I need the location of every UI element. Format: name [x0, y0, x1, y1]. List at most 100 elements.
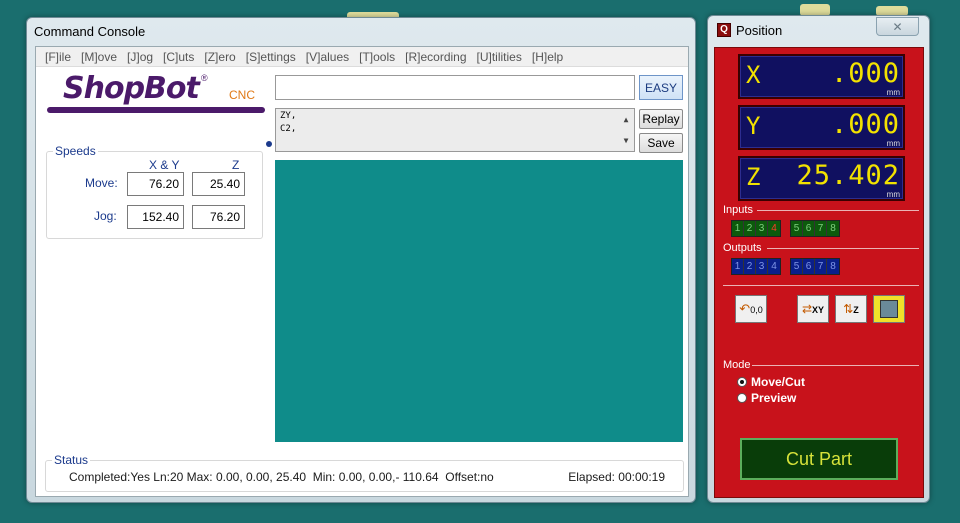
menu-utilities[interactable]: [U]tilities	[472, 47, 527, 66]
logo-cnc: CNC	[229, 88, 255, 102]
input-indicator: 3	[756, 221, 768, 236]
status-title: Status	[52, 453, 91, 467]
tools-divider	[723, 285, 919, 286]
move-z-speed-input[interactable]	[192, 172, 245, 196]
radio-checked-icon	[737, 377, 747, 387]
close-button[interactable]: ✕	[876, 17, 919, 36]
input-indicator: 5	[791, 221, 803, 236]
output-indicator: 3	[756, 259, 768, 274]
zero-xy-icon: ⇄	[801, 302, 813, 316]
status-group: Status Completed:Yes Ln:20 Max: 0.00, 0.…	[45, 453, 684, 492]
save-button[interactable]: Save	[639, 133, 683, 153]
keypad-icon	[880, 300, 898, 318]
radio-unchecked-icon	[737, 393, 747, 403]
y-axis-value: .000	[830, 109, 900, 140]
elapsed-time: Elapsed: 00:00:19	[568, 470, 665, 484]
zero-origin-button[interactable]: ↶0,0	[735, 295, 767, 323]
menu-help[interactable]: [H]elp	[527, 47, 568, 66]
app-icon: Q	[717, 23, 731, 37]
logo-swoosh	[47, 107, 265, 113]
y-axis-letter: Y	[746, 112, 761, 140]
outputs-label: Outputs	[723, 242, 762, 254]
input-indicator: 1	[732, 221, 744, 236]
mode-move-cut-label: Move/Cut	[751, 375, 805, 389]
mode-preview-radio[interactable]: Preview	[737, 391, 796, 405]
inputs-divider	[757, 210, 919, 211]
menu-jog[interactable]: [J]og	[122, 47, 158, 66]
input-indicator: 2	[744, 221, 756, 236]
output-indicator: 2	[744, 259, 756, 274]
inputs-5-8: 5 6 7 8	[790, 220, 840, 237]
replay-button[interactable]: Replay	[639, 109, 683, 129]
output-indicator: 4	[768, 259, 780, 274]
console-client: [F]ile [M]ove [J]og [C]uts [Z]ero [S]ett…	[35, 46, 689, 497]
logo-registered-mark: ®	[201, 73, 208, 83]
position-panel: X .000 mm Y .000 mm Z 25.402 mm Inputs 1…	[714, 47, 924, 498]
preview-area[interactable]	[275, 160, 683, 442]
move-xy-speed-input[interactable]	[127, 172, 184, 196]
inputs-1-4: 1 2 3 4	[731, 220, 781, 237]
inputs-label: Inputs	[723, 204, 753, 216]
outputs-divider	[767, 248, 919, 249]
menu-bar: [F]ile [M]ove [J]og [C]uts [Z]ero [S]ett…	[36, 47, 688, 67]
move-label: Move:	[85, 176, 118, 190]
output-indicator: 5	[791, 259, 803, 274]
speeds-z-header: Z	[232, 158, 240, 172]
jog-z-speed-input[interactable]	[192, 205, 245, 229]
outputs-1-4: 1 2 3 4	[731, 258, 781, 275]
input-indicator-active: 4	[768, 221, 780, 236]
mode-divider	[752, 365, 919, 366]
menu-file[interactable]: [F]ile	[40, 47, 76, 66]
menu-recording[interactable]: [R]ecording	[400, 47, 471, 66]
zero-origin-label: 0,0	[750, 305, 763, 315]
command-input[interactable]	[275, 75, 635, 100]
logo-text: ShopBot	[63, 71, 200, 106]
x-axis-letter: X	[746, 61, 761, 89]
mode-label: Mode	[723, 359, 751, 371]
menu-zero[interactable]: [Z]ero	[199, 47, 240, 66]
history-line: ZY,	[280, 111, 297, 121]
menu-cuts[interactable]: [C]uts	[158, 47, 199, 66]
status-text: Completed:Yes Ln:20 Max: 0.00, 0.00, 25.…	[69, 470, 494, 484]
y-readout: Y .000 mm	[738, 105, 905, 150]
zero-z-button[interactable]: ⇅Z	[835, 295, 867, 323]
zero-xy-button[interactable]: ⇄XY	[797, 295, 829, 323]
output-indicator: 1	[732, 259, 744, 274]
jog-xy-speed-input[interactable]	[127, 205, 184, 229]
zero-z-icon: ⇅	[843, 302, 854, 316]
z-readout: Z 25.402 mm	[738, 156, 905, 201]
y-axis-unit: mm	[886, 139, 900, 148]
menu-settings[interactable]: [S]ettings	[241, 47, 301, 66]
output-indicator: 8	[827, 259, 839, 274]
x-axis-value: .000	[830, 58, 900, 89]
output-indicator: 6	[803, 259, 815, 274]
cut-part-button[interactable]: Cut Part	[740, 438, 898, 480]
zero-z-label: Z	[853, 305, 859, 315]
keypad-button[interactable]	[873, 295, 905, 323]
input-indicator: 7	[815, 221, 827, 236]
current-line-marker	[266, 141, 272, 147]
scroll-up-icon[interactable]: ▲	[618, 109, 634, 130]
input-indicator: 6	[803, 221, 815, 236]
input-indicator: 8	[827, 221, 839, 236]
scroll-down-icon[interactable]: ▼	[618, 130, 634, 151]
menu-values[interactable]: [V]alues	[301, 47, 354, 66]
output-indicator: 7	[815, 259, 827, 274]
speeds-xy-header: X & Y	[149, 158, 180, 172]
history-scrollbar[interactable]: ▲ ▼	[618, 109, 634, 151]
menu-move[interactable]: [M]ove	[76, 47, 122, 66]
window-title: Command Console	[34, 24, 146, 39]
speeds-group: Speeds X & Y Z Move: Jog:	[46, 144, 263, 239]
command-history[interactable]: ZY, C2, ▲ ▼	[275, 108, 635, 152]
easy-button[interactable]: EASY	[639, 75, 683, 100]
history-line: C2,	[280, 124, 297, 134]
x-readout: X .000 mm	[738, 54, 905, 99]
position-window: Q Position ✕ X .000 mm Y .000 mm Z 25.40…	[707, 15, 930, 503]
zero-xy-label: XY	[812, 305, 825, 315]
mode-move-cut-radio[interactable]: Move/Cut	[737, 375, 805, 389]
x-axis-unit: mm	[886, 88, 900, 97]
menu-tools[interactable]: [T]ools	[354, 47, 400, 66]
shopbot-logo: ShopBot ® CNC	[45, 71, 265, 115]
z-axis-value: 25.402	[796, 160, 900, 191]
outputs-5-8: 5 6 7 8	[790, 258, 840, 275]
